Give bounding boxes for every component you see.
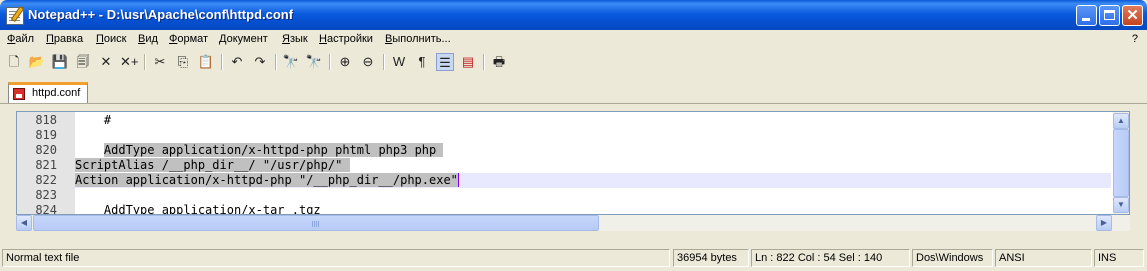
current-line: Action application/x-httpd-php "/__php_d… xyxy=(75,173,1111,188)
horizontal-scrollbar[interactable]: ◀ ▶ xyxy=(16,215,1130,231)
line-number: 822 xyxy=(35,173,57,187)
tab-bar: httpd.conf xyxy=(0,79,1147,104)
menu-view[interactable]: Вид xyxy=(138,33,158,45)
scroll-down-arrow-icon[interactable]: ▼ xyxy=(1113,197,1129,213)
maximize-icon xyxy=(1104,10,1115,20)
zoom-out-icon[interactable]: ⊖ xyxy=(359,53,377,71)
menu-format[interactable]: Формат xyxy=(169,33,208,45)
title-bar[interactable]: Notepad++ - D:\usr\Apache\conf\httpd.con… xyxy=(0,0,1147,30)
window-title: Notepad++ - D:\usr\Apache\conf\httpd.con… xyxy=(28,7,294,22)
menu-document[interactable]: Документ xyxy=(219,33,268,45)
menu-settings[interactable]: Настройки xyxy=(319,33,373,45)
close-button[interactable]: ✕ xyxy=(1122,5,1143,26)
toolbar-separator xyxy=(275,54,277,70)
menu-file[interactable]: Файл xyxy=(7,33,34,45)
line-number: 824 xyxy=(35,203,57,215)
grip-icon xyxy=(312,221,320,227)
status-encoding: ANSI xyxy=(995,249,1092,267)
toolbar-separator xyxy=(383,54,385,70)
status-file-size: 36954 bytes xyxy=(673,249,749,267)
line-number: 821 xyxy=(35,158,57,172)
print-icon[interactable]: 🖶 xyxy=(490,53,508,71)
selected-text: Action application/x-httpd-php "/__php_d… xyxy=(75,173,458,187)
status-file-type: Normal text file xyxy=(2,249,670,267)
menu-run[interactable]: Выполнить... xyxy=(385,33,451,45)
minimize-button[interactable] xyxy=(1076,5,1097,26)
find-icon[interactable]: 🔭 xyxy=(282,53,300,71)
copy-icon[interactable]: ⎘ xyxy=(174,53,192,71)
menu-search[interactable]: Поиск xyxy=(96,33,126,45)
maximize-button[interactable] xyxy=(1099,5,1120,26)
new-file-icon[interactable]: 🗋 xyxy=(5,53,23,71)
selected-text: ScriptAlias /__php_dir__/ "/usr/php/" xyxy=(75,158,350,172)
menu-bar: Файл Правка Поиск Вид Формат Документ Яз… xyxy=(0,30,1147,48)
code-line: AddType application/x-tar .tgz xyxy=(75,203,321,215)
vertical-scrollbar[interactable]: ▲ ▼ xyxy=(1113,112,1129,214)
close-all-icon[interactable]: ✕+ xyxy=(120,53,138,71)
code-line: # xyxy=(75,113,112,127)
code-line: ScriptAlias /__php_dir__/ "/usr/php/" xyxy=(75,158,1111,173)
show-all-chars-icon[interactable]: ¶ xyxy=(413,53,431,71)
toolbar-separator xyxy=(329,54,331,70)
line-number: 820 xyxy=(35,143,57,157)
close-file-icon[interactable]: ✕ xyxy=(97,53,115,71)
modified-file-icon xyxy=(13,88,25,100)
menu-language[interactable]: Язык xyxy=(282,33,308,45)
notepad-pencil-icon xyxy=(6,7,24,25)
toolbar-separator xyxy=(221,54,223,70)
save-icon[interactable]: 💾 xyxy=(51,53,69,71)
toolbar-separator xyxy=(144,54,146,70)
zoom-in-icon[interactable]: ⊕ xyxy=(336,53,354,71)
status-cursor-position: Ln : 822 Col : 54 Sel : 140 xyxy=(751,249,910,267)
minimize-icon xyxy=(1082,18,1090,21)
scroll-left-arrow-icon[interactable]: ◀ xyxy=(16,215,32,231)
save-all-icon[interactable]: 🗐 xyxy=(74,53,92,71)
line-number: 819 xyxy=(35,128,57,142)
tab-httpd-conf[interactable]: httpd.conf xyxy=(8,82,88,103)
paste-icon[interactable]: 📋 xyxy=(197,53,215,71)
scroll-right-arrow-icon[interactable]: ▶ xyxy=(1096,215,1112,231)
code-area[interactable]: # AddType application/x-httpd-php phtml … xyxy=(75,112,1111,214)
text-caret xyxy=(457,173,459,187)
line-number: 818 xyxy=(35,113,57,127)
vertical-scroll-thumb[interactable] xyxy=(1113,129,1129,197)
code-line: AddType application/x-httpd-php phtml ph… xyxy=(75,143,1111,158)
close-icon: ✕ xyxy=(1126,7,1139,24)
indent-guide-icon[interactable]: ☰ xyxy=(436,53,454,71)
status-bar: Normal text file 36954 bytes Ln : 822 Co… xyxy=(0,247,1147,269)
line-number-gutter: 818 819 820 821 822 823 824 xyxy=(17,112,75,214)
scroll-up-arrow-icon[interactable]: ▲ xyxy=(1113,113,1129,129)
menu-help[interactable]: ? xyxy=(1132,33,1138,45)
selected-text: AddType application/x-httpd-php phtml ph… xyxy=(103,143,444,157)
undo-icon[interactable]: ↶ xyxy=(228,53,246,71)
word-wrap-icon[interactable]: W xyxy=(390,53,408,71)
cut-icon[interactable]: ✂ xyxy=(151,53,169,71)
status-eol-format: Dos\Windows xyxy=(912,249,993,267)
redo-icon[interactable]: ↷ xyxy=(251,53,269,71)
text-editor[interactable]: 818 819 820 821 822 823 824 # AddType ap… xyxy=(16,111,1130,215)
open-file-icon[interactable]: 📂 xyxy=(28,53,46,71)
line-number: 823 xyxy=(35,188,57,202)
user-lang-icon[interactable]: ▤ xyxy=(459,53,477,71)
toolbar: 🗋 📂 💾 🗐 ✕ ✕+ ✂ ⎘ 📋 ↶ ↷ 🔭 🔭 ⊕ ⊖ W ¶ ☰ ▤ 🖶 xyxy=(0,50,520,74)
tab-label: httpd.conf xyxy=(32,87,81,99)
menu-edit[interactable]: Правка xyxy=(46,33,83,45)
replace-icon[interactable]: 🔭 xyxy=(305,53,323,71)
toolbar-separator xyxy=(483,54,485,70)
horizontal-scroll-thumb[interactable] xyxy=(33,215,599,231)
status-insert-mode: INS xyxy=(1094,249,1144,267)
